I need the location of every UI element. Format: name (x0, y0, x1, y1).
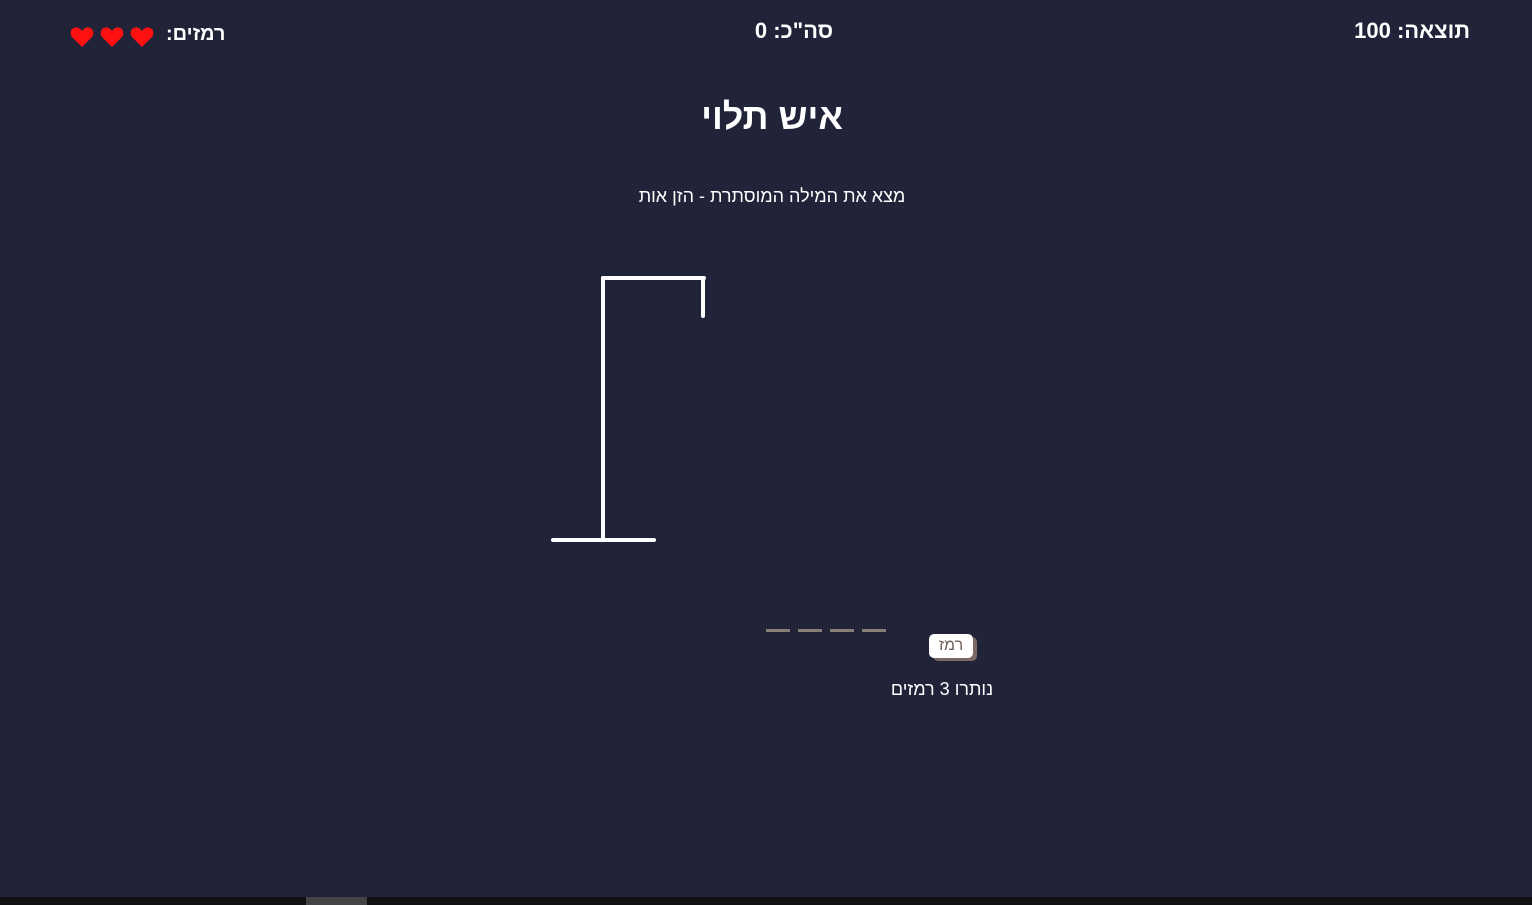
letter-slot (830, 629, 854, 632)
hidden-word (766, 629, 886, 632)
heart-icon (100, 27, 124, 47)
letter-slot (862, 629, 886, 632)
horizontal-scrollbar[interactable] (0, 897, 1532, 905)
heart-icon (70, 27, 94, 47)
gallows-drawing (551, 276, 706, 542)
letter-slot (798, 629, 822, 632)
hints-indicator: רמזים: (70, 20, 225, 48)
letter-slot (766, 629, 790, 632)
hearts-row (70, 26, 154, 48)
heart-icon (130, 27, 154, 47)
total-display: סה"כ: 0 (754, 18, 834, 43)
game-instruction: מצא את המילה המוסתרת - הזן אות (638, 186, 906, 206)
game-title: איש תלוי (701, 96, 843, 137)
scrollbar-thumb[interactable] (306, 897, 367, 905)
hints-remaining-text: נותרו 3 רמזים (890, 679, 994, 699)
hints-label: רמזים: (166, 22, 226, 45)
hint-button[interactable]: רמז (929, 634, 973, 658)
game-page: תוצאה: 100 סה"כ: 0 רמזים: איש תלוי מצא א… (0, 0, 1532, 905)
